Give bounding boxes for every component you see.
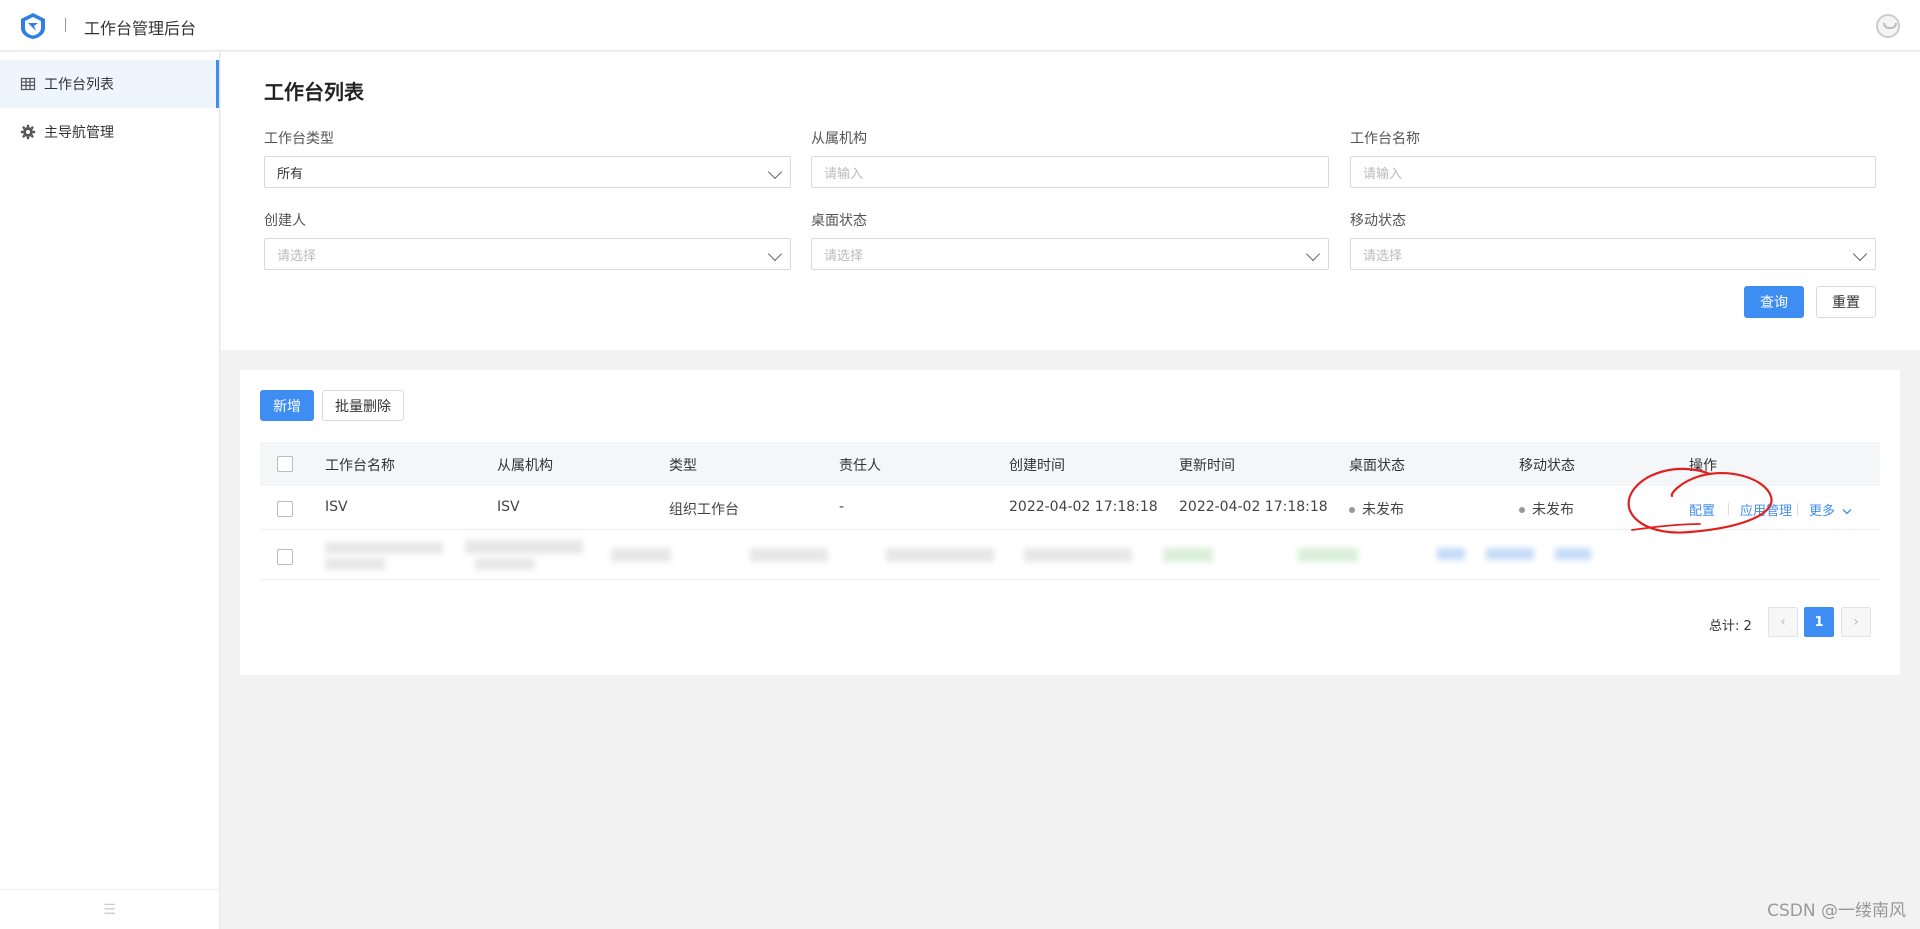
table-row-redacted (260, 530, 1880, 580)
col-header-name: 工作台名称 (325, 458, 395, 474)
page-button-current[interactable]: 1 (1804, 607, 1834, 637)
redacted-cell (611, 548, 671, 562)
chevron-left-icon[interactable]: ‹ (1768, 607, 1798, 637)
col-header-owner: 责任人 (839, 458, 881, 474)
row-checkbox[interactable] (277, 501, 293, 517)
table-row: ISV ISV 组织工作台 - 2022-04-02 17:18:18 2022… (260, 486, 1880, 530)
table-icon (20, 77, 36, 91)
app-title: 工作台管理后台 (84, 19, 197, 38)
desktop-status-text: 未发布 (1362, 502, 1404, 518)
chevron-down-icon (1852, 246, 1868, 262)
chevron-down-icon (1305, 246, 1321, 262)
org-label: 从属机构 (811, 131, 867, 147)
type-select[interactable]: 所有 (264, 156, 791, 188)
redacted-cell (325, 542, 443, 554)
chevron-right-icon[interactable]: › (1841, 607, 1871, 637)
mobile-status-placeholder: 请选择 (1363, 248, 1403, 264)
redacted-cell (1298, 548, 1358, 562)
type-select-value: 所有 (277, 166, 304, 182)
page-title: 工作台列表 (264, 80, 364, 104)
redacted-cell (1555, 548, 1591, 560)
add-button[interactable]: 新增 (260, 390, 314, 421)
row-checkbox[interactable] (277, 549, 293, 565)
creator-select[interactable]: 请选择 (264, 238, 791, 270)
cell-created: 2022-04-02 17:18:18 (1009, 499, 1158, 515)
more-dropdown[interactable]: 更多 (1809, 500, 1852, 519)
redacted-cell (465, 540, 583, 554)
chevron-down-icon (767, 246, 783, 262)
app-manage-link[interactable]: 应用管理 (1740, 500, 1792, 519)
col-header-created: 创建时间 (1009, 458, 1065, 474)
col-header-desktop-status: 桌面状态 (1349, 458, 1405, 474)
creator-label: 创建人 (264, 213, 306, 229)
query-button[interactable]: 查询 (1744, 286, 1804, 318)
reset-button[interactable]: 重置 (1816, 286, 1876, 318)
redacted-cell (1486, 548, 1534, 560)
col-header-org: 从属机构 (497, 458, 553, 474)
sidebar-item-workbench-list[interactable]: 工作台列表 (0, 60, 219, 108)
table-header: 工作台名称 从属机构 类型 责任人 创建时间 更新时间 桌面状态 移动状态 操作 (260, 442, 1880, 486)
status-dot-icon (1349, 507, 1355, 513)
redacted-cell (1024, 548, 1132, 562)
redacted-cell (475, 558, 535, 570)
pagination-total: 总计: 2 (1709, 619, 1752, 634)
action-divider (1797, 503, 1798, 515)
redacted-cell (325, 558, 385, 570)
desktop-status-label: 桌面状态 (811, 213, 867, 229)
gear-icon (20, 124, 36, 140)
app-logo-icon[interactable] (19, 12, 47, 40)
mobile-status-select[interactable]: 请选择 (1350, 238, 1876, 270)
cell-org: ISV (497, 499, 520, 515)
config-link[interactable]: 配置 (1689, 500, 1715, 519)
cell-name: ISV (325, 499, 348, 515)
watermark: CSDN @一缕南风 (1767, 901, 1906, 921)
menu-collapse-icon[interactable]: ☰ (0, 889, 219, 929)
type-label: 工作台类型 (264, 131, 334, 147)
sidebar-item-label: 主导航管理 (44, 125, 114, 141)
creator-placeholder: 请选择 (277, 248, 317, 264)
name-label: 工作台名称 (1350, 131, 1420, 147)
redacted-cell (886, 548, 994, 562)
cell-owner: - (839, 499, 845, 515)
cell-mobile-status: 未发布 (1519, 499, 1574, 519)
status-dot-icon (1519, 507, 1525, 513)
user-avatar-icon[interactable] (1876, 14, 1900, 38)
action-divider (1728, 503, 1729, 515)
cell-type: 组织工作台 (669, 502, 739, 518)
desktop-status-select[interactable]: 请选择 (811, 238, 1329, 270)
redacted-cell (750, 548, 828, 562)
table-panel: 新增 批量删除 工作台名称 从属机构 类型 责任人 创建时间 更新时间 桌面状态… (240, 370, 1900, 675)
col-header-updated: 更新时间 (1179, 458, 1235, 474)
col-header-mobile-status: 移动状态 (1519, 458, 1575, 474)
desktop-status-placeholder: 请选择 (824, 248, 864, 264)
sidebar-item-label: 工作台列表 (44, 77, 114, 93)
top-header: 工作台管理后台 (0, 0, 1920, 51)
col-header-type: 类型 (669, 458, 697, 474)
org-placeholder: 请输入 (824, 166, 864, 182)
redacted-cell (1163, 548, 1213, 562)
sidebar-item-main-nav[interactable]: 主导航管理 (0, 108, 219, 156)
select-all-checkbox[interactable] (277, 456, 293, 472)
col-header-actions: 操作 (1689, 458, 1717, 474)
batch-delete-button[interactable]: 批量删除 (322, 390, 404, 421)
name-placeholder: 请输入 (1363, 166, 1403, 182)
mobile-status-label: 移动状态 (1350, 213, 1406, 229)
header-divider (65, 18, 66, 32)
name-input[interactable]: 请输入 (1350, 156, 1876, 188)
chevron-down-icon (1842, 508, 1852, 514)
org-input[interactable]: 请输入 (811, 156, 1329, 188)
cell-desktop-status: 未发布 (1349, 499, 1404, 519)
chevron-down-icon (767, 164, 783, 180)
redacted-cell (1437, 548, 1465, 560)
filter-panel: 工作台列表 工作台类型 所有 从属机构 请输入 工作台名称 请输入 创建人 请选… (221, 52, 1920, 350)
more-label: 更多 (1809, 504, 1836, 519)
cell-updated: 2022-04-02 17:18:18 (1179, 499, 1328, 515)
mobile-status-text: 未发布 (1532, 502, 1574, 518)
sidebar: 工作台列表 主导航管理 ☰ (0, 52, 220, 929)
